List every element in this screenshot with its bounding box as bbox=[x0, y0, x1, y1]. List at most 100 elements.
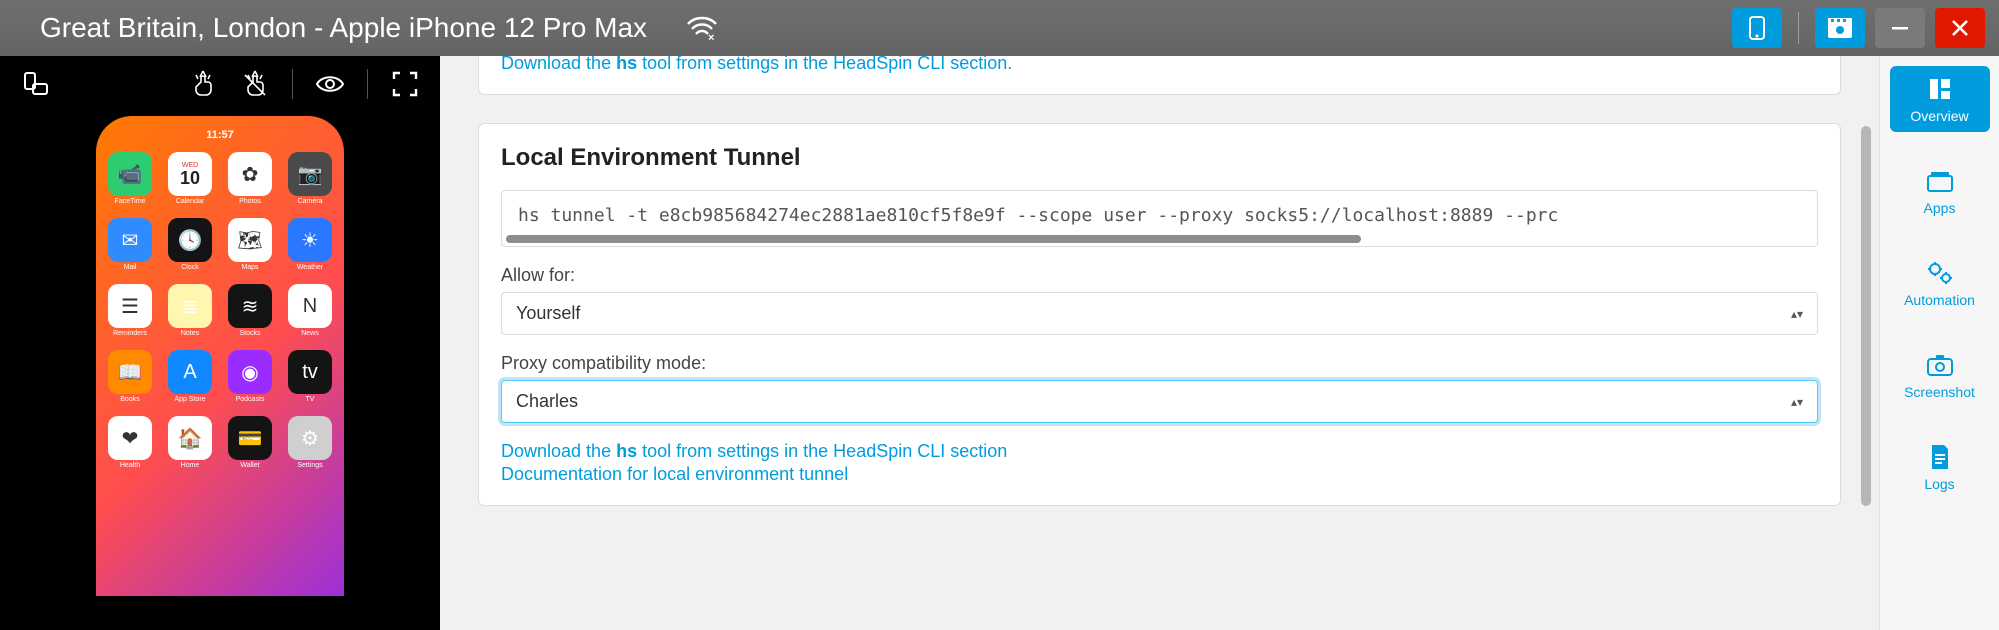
window-titlebar: Great Britain, London - Apple iPhone 12 … bbox=[0, 0, 1999, 56]
code-scrollbar[interactable] bbox=[506, 235, 1361, 243]
content-pane: Download the hs tool from settings in th… bbox=[440, 56, 1879, 630]
app-tile: ⚙ bbox=[288, 416, 332, 460]
app-label: Settings bbox=[297, 462, 322, 469]
device-app-stocks[interactable]: ≋ Stocks bbox=[225, 284, 275, 350]
sidebar-item-overview[interactable]: Overview bbox=[1890, 66, 1990, 132]
minimize-button[interactable] bbox=[1875, 8, 1925, 48]
app-tile: 💳 bbox=[228, 416, 272, 460]
tunnel-docs-link[interactable]: Documentation for local environment tunn… bbox=[501, 464, 1818, 485]
allow-for-select[interactable]: Yourself ▴▾ bbox=[501, 292, 1818, 335]
device-app-maps[interactable]: 🗺 Maps bbox=[225, 218, 275, 284]
allow-for-value: Yourself bbox=[516, 303, 580, 323]
device-app-mail[interactable]: ✉ Mail bbox=[105, 218, 155, 284]
sidebar-item-label: Screenshot bbox=[1904, 384, 1975, 400]
device-screen[interactable]: 11:57 📹FaceTimeWED10Calendar✿Photos 📷 Came… bbox=[0, 112, 440, 630]
multi-tap-icon[interactable] bbox=[238, 67, 272, 101]
app-tile: ✉ bbox=[108, 218, 152, 262]
sidebar-item-automation[interactable]: Automation bbox=[1890, 250, 1990, 316]
device-status-time: 11:57 bbox=[96, 126, 344, 144]
overview-icon bbox=[1927, 76, 1953, 102]
sidebar-item-label: Logs bbox=[1924, 476, 1954, 492]
chevron-updown-icon: ▴▾ bbox=[1791, 307, 1803, 321]
device-app-tv[interactable]: tvTV bbox=[285, 350, 335, 416]
app-tile: ≋ bbox=[228, 284, 272, 328]
app-tile: 📷 bbox=[288, 152, 332, 196]
device-app-app-store[interactable]: A App Store bbox=[165, 350, 215, 416]
device-home-grid: 📹FaceTimeWED10Calendar✿Photos 📷 Camera ✉ Mai… bbox=[96, 152, 344, 482]
proxy-mode-label: Proxy compatibility mode: bbox=[501, 353, 1818, 374]
app-label: Photos bbox=[239, 198, 261, 205]
device-app-health[interactable]: ❤Health bbox=[105, 416, 155, 482]
visibility-icon[interactable] bbox=[313, 67, 347, 101]
app-tile: ❤ bbox=[108, 416, 152, 460]
app-label: News bbox=[301, 330, 319, 337]
device-app-settings[interactable]: ⚙ Settings bbox=[285, 416, 335, 482]
device-pane: 11:57 📹FaceTimeWED10Calendar✿Photos 📷 Came… bbox=[0, 56, 440, 630]
app-label: Maps bbox=[241, 264, 258, 271]
app-label: Books bbox=[120, 396, 139, 403]
right-sidebar: Overview Apps Automation Screenshot bbox=[1879, 56, 1999, 630]
app-tile: ☰ bbox=[108, 284, 152, 328]
device-toolbar bbox=[0, 56, 440, 112]
wifi-off-icon[interactable]: × bbox=[687, 14, 717, 42]
app-label: Podcasts bbox=[236, 396, 265, 403]
app-label: Reminders bbox=[113, 330, 147, 337]
app-label: App Store bbox=[174, 396, 205, 403]
rotate-device-icon[interactable] bbox=[18, 67, 52, 101]
app-label: Mail bbox=[124, 264, 137, 271]
device-app-photos[interactable]: ✿Photos bbox=[225, 152, 275, 218]
proxy-mode-value: Charles bbox=[516, 391, 578, 411]
app-tile: 🕓 bbox=[168, 218, 212, 262]
device-toolbar-separator-2 bbox=[367, 69, 368, 99]
download-hs-link[interactable]: Download the hs tool from settings in th… bbox=[501, 56, 1012, 73]
sidebar-item-apps[interactable]: Apps bbox=[1890, 158, 1990, 224]
app-tile: 📹 bbox=[108, 152, 152, 196]
allow-for-label: Allow for: bbox=[501, 265, 1818, 286]
titlebar-actions bbox=[1732, 8, 1985, 48]
titlebar-separator bbox=[1798, 12, 1799, 44]
app-tile: 📖 bbox=[108, 350, 152, 394]
sidebar-item-screenshot[interactable]: Screenshot bbox=[1890, 342, 1990, 408]
device-app-facetime[interactable]: 📹FaceTime bbox=[105, 152, 155, 218]
app-label: Stocks bbox=[239, 330, 260, 337]
device-button[interactable] bbox=[1732, 8, 1782, 48]
apps-icon bbox=[1927, 168, 1953, 194]
content-scrollbar[interactable] bbox=[1861, 126, 1871, 506]
app-tile: 🗺 bbox=[228, 218, 272, 262]
device-app-weather[interactable]: ☀Weather bbox=[285, 218, 335, 284]
download-hs-link-2[interactable]: Download the hs tool from settings in th… bbox=[501, 441, 1818, 462]
svg-text:×: × bbox=[708, 32, 714, 42]
sidebar-item-logs[interactable]: Logs bbox=[1890, 434, 1990, 500]
tunnel-title: Local Environment Tunnel bbox=[501, 144, 1818, 172]
app-tile: N bbox=[288, 284, 332, 328]
cli-hint-card: Download the hs tool from settings in th… bbox=[478, 56, 1841, 95]
device-app-clock[interactable]: 🕓Clock bbox=[165, 218, 215, 284]
device-app-notes[interactable]: ≣ Notes bbox=[165, 284, 215, 350]
app-label: Home bbox=[181, 462, 200, 469]
app-tile: ◉ bbox=[228, 350, 272, 394]
tunnel-command-text: hs tunnel -t e8cb985684274ec2881ae810cf5… bbox=[518, 205, 1558, 226]
app-tile: ☀ bbox=[288, 218, 332, 262]
app-label: Calendar bbox=[176, 198, 204, 205]
device-app-reminders[interactable]: ☰ Reminders bbox=[105, 284, 155, 350]
device-app-wallet[interactable]: 💳Wallet bbox=[225, 416, 275, 482]
device-app-home[interactable]: 🏠Home bbox=[165, 416, 215, 482]
device-app-books[interactable]: 📖 Books bbox=[105, 350, 155, 416]
device-app-camera[interactable]: 📷 Camera bbox=[285, 152, 335, 218]
app-label: Notes bbox=[181, 330, 199, 337]
app-label: Camera bbox=[298, 198, 323, 205]
device-app-news[interactable]: N News bbox=[285, 284, 335, 350]
camera-icon bbox=[1927, 352, 1953, 378]
record-button[interactable] bbox=[1815, 8, 1865, 48]
proxy-mode-select[interactable]: Charles ▴▾ bbox=[501, 380, 1818, 423]
device-app-calendar[interactable]: WED10Calendar bbox=[165, 152, 215, 218]
single-tap-icon[interactable] bbox=[186, 67, 220, 101]
app-tile: ≣ bbox=[168, 284, 212, 328]
close-button[interactable] bbox=[1935, 8, 1985, 48]
app-tile: A bbox=[168, 350, 212, 394]
device-app-podcasts[interactable]: ◉ Podcasts bbox=[225, 350, 275, 416]
fullscreen-icon[interactable] bbox=[388, 67, 422, 101]
tunnel-command-box[interactable]: hs tunnel -t e8cb985684274ec2881ae810cf5… bbox=[501, 190, 1818, 247]
app-label: TV bbox=[306, 396, 315, 403]
sidebar-item-label: Overview bbox=[1910, 108, 1968, 124]
